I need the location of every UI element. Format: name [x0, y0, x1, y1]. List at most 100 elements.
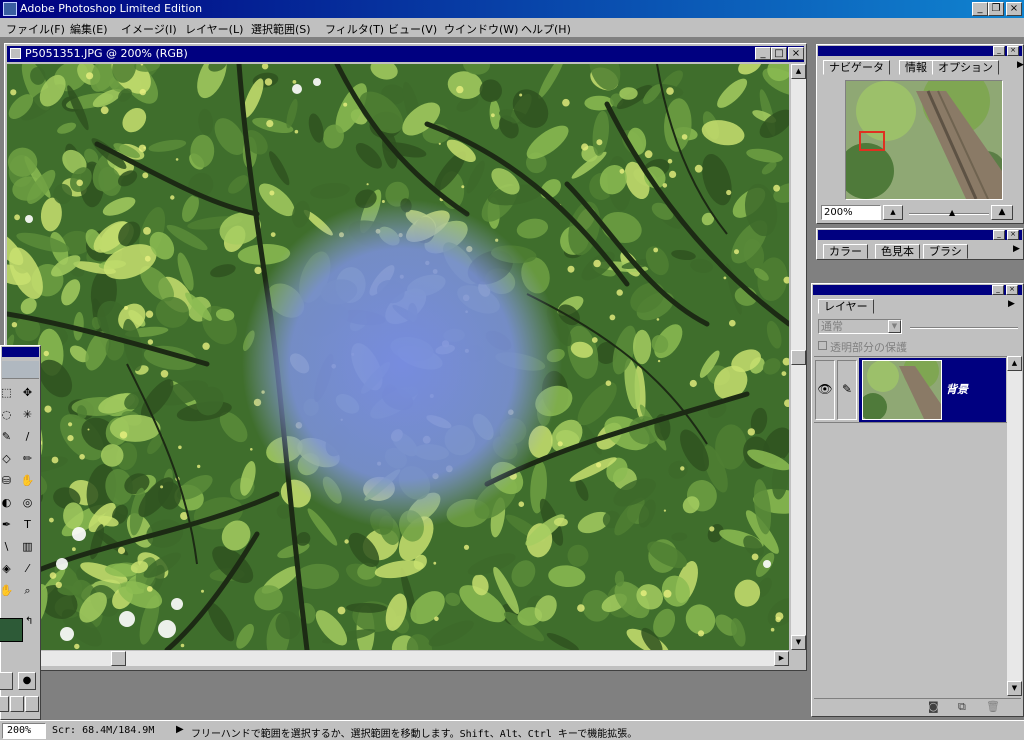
airbrush-tool[interactable]: ✎ [0, 428, 16, 447]
doc-close-button[interactable]: × [788, 47, 804, 60]
menu-edit[interactable]: 編集(E) [70, 21, 108, 37]
menu-file[interactable]: ファイル(F) [6, 21, 65, 37]
scroll-up-arrow[interactable]: ▲ [791, 64, 806, 79]
layers-scroll-up-arrow[interactable]: ▲ [1007, 356, 1022, 371]
close-button[interactable]: × [1006, 2, 1022, 16]
standard-mode-button[interactable] [0, 672, 13, 690]
screen-mode-standard-button[interactable] [0, 696, 9, 712]
layers-menu-arrow-icon[interactable]: ▶ [1008, 299, 1015, 309]
pen-tool[interactable]: ✒ [0, 516, 16, 535]
zoom-out-button[interactable]: ▲ [883, 205, 903, 220]
app-logo-icon [3, 2, 17, 16]
menu-view[interactable]: ビュー(V) [388, 21, 437, 37]
rubber-stamp-tool[interactable]: ⛁ [0, 472, 16, 491]
vertical-scrollbar[interactable]: ▲ ▼ [791, 64, 806, 650]
document-icon [10, 48, 21, 59]
layers-vertical-scrollbar[interactable]: ▲ ▼ [1007, 356, 1022, 696]
layer-row-background[interactable]: 👁 ✎ 背景 [814, 357, 1007, 423]
dodge-tool[interactable]: ◐ [0, 494, 16, 513]
layers-panel-header[interactable] [813, 285, 1022, 295]
navigator-menu-arrow-icon[interactable]: ▶ [1017, 60, 1024, 70]
gradient-tool[interactable]: ▥ [18, 538, 37, 557]
menu-image[interactable]: イメージ(I) [121, 21, 177, 37]
minimize-button[interactable]: _ [972, 2, 988, 16]
paint-bucket-tool[interactable]: ◈ [0, 560, 16, 579]
layer-visibility-eye-icon[interactable]: 👁 [815, 360, 835, 420]
restore-button[interactable]: ❐ [988, 2, 1004, 16]
document-title: P5051351.JPG @ 200% (RGB) [25, 47, 188, 60]
horizontal-scrollbar[interactable]: ▶ [7, 651, 789, 666]
move-tool[interactable]: ✥ [18, 384, 37, 403]
layer-thumbnail [862, 360, 942, 420]
navigator-panel-header[interactable] [818, 46, 1022, 56]
doc-maximize-button[interactable]: □ [771, 47, 787, 60]
tab-options[interactable]: オプション [932, 60, 999, 75]
preserve-transparency-checkbox[interactable] [818, 341, 827, 350]
scroll-right-arrow[interactable]: ▶ [774, 651, 789, 666]
navigator-zoom-field[interactable]: 200% [821, 205, 881, 220]
layer-mask-icon[interactable]: ◙ [928, 700, 939, 713]
trash-icon[interactable]: 🗑 [986, 700, 1000, 713]
scroll-down-arrow[interactable]: ▼ [791, 635, 806, 650]
swap-colors-icon[interactable]: ↰ [25, 616, 33, 627]
smudge-tool[interactable]: ✋ [18, 472, 37, 491]
hand-tool[interactable]: ✋ [0, 582, 16, 601]
layers-close-button[interactable]: × [1006, 285, 1018, 295]
tab-color[interactable]: カラー [823, 244, 868, 259]
vertical-scroll-thumb[interactable] [791, 350, 806, 365]
color-panel-header[interactable] [818, 230, 1022, 240]
type-tool[interactable]: T [18, 516, 37, 535]
new-layer-icon[interactable]: ⧉ [958, 700, 966, 714]
status-menu-arrow-icon[interactable]: ▶ [176, 724, 184, 735]
zoom-slider-thumb[interactable]: ▲ [949, 208, 955, 217]
color-panel-minimize-button[interactable]: _ [993, 230, 1005, 240]
blend-mode-value: 通常 [821, 320, 843, 333]
layers-scroll-down-arrow[interactable]: ▼ [1007, 681, 1022, 696]
screen-mode-full-menu-button[interactable] [10, 696, 24, 712]
line-tool[interactable]: \ [0, 538, 16, 557]
zoom-in-button[interactable]: ▲ [991, 205, 1013, 220]
color-panel-close-button[interactable]: × [1007, 230, 1019, 240]
navigator-minimize-button[interactable]: _ [993, 46, 1005, 56]
menu-help[interactable]: ヘルプ(H) [521, 21, 571, 37]
layers-minimize-button[interactable]: _ [992, 285, 1004, 295]
navigator-close-button[interactable]: × [1007, 46, 1019, 56]
sponge-tool[interactable]: ◎ [18, 494, 37, 513]
marquee-tool[interactable]: ⬚ [0, 384, 16, 403]
magic-wand-tool[interactable]: ✳ [18, 406, 37, 425]
navigator-preview-image [846, 81, 1002, 199]
eraser-tool[interactable]: ◇ [0, 450, 16, 469]
color-panel: _ × カラー 色見本 ブラシ ▶ [816, 228, 1024, 260]
app-title: Adobe Photoshop Limited Edition [20, 2, 203, 15]
document-title-bar[interactable]: P5051351.JPG @ 200% (RGB) _ □ × [7, 46, 804, 62]
color-panel-menu-arrow-icon[interactable]: ▶ [1013, 244, 1020, 254]
status-zoom-field[interactable]: 200% [2, 723, 46, 739]
tab-navigator[interactable]: ナビゲータ [823, 60, 890, 75]
tab-brushes[interactable]: ブラシ [923, 244, 968, 259]
opacity-slider-track [910, 327, 1018, 329]
menu-bar: ファイル(F) 編集(E) イメージ(I) レイヤー(L) 選択範囲(S) フィ… [0, 18, 1024, 38]
lasso-tool[interactable]: ◌ [0, 406, 16, 425]
tab-swatches[interactable]: 色見本 [875, 244, 920, 259]
menu-filter[interactable]: フィルタ(T) [325, 21, 384, 37]
pencil-tool[interactable]: ✏ [18, 450, 37, 469]
menu-select[interactable]: 選択範囲(S) [251, 21, 311, 37]
tab-layers[interactable]: レイヤー [818, 299, 874, 314]
navigator-thumbnail[interactable] [845, 80, 1003, 200]
eyedropper-tool[interactable]: ⁄ [18, 560, 37, 579]
zoom-tool[interactable]: ⌕ [18, 582, 37, 601]
quick-mask-mode-button[interactable]: ● [18, 672, 36, 690]
app-title-bar: Adobe Photoshop Limited Edition _ ❐ × [0, 0, 1024, 18]
tab-info[interactable]: 情報 [899, 60, 933, 75]
menu-layer[interactable]: レイヤー(L) [185, 21, 243, 37]
image-canvas[interactable] [7, 64, 789, 650]
paintbrush-tool[interactable]: / [18, 428, 37, 447]
foreground-color-swatch[interactable] [0, 618, 23, 642]
blend-mode-select[interactable]: 通常 ▼ [818, 319, 902, 334]
toolbox-header[interactable] [2, 347, 39, 357]
doc-minimize-button[interactable]: _ [755, 47, 771, 60]
screen-mode-full-button[interactable] [25, 696, 39, 712]
layer-paintbrush-icon[interactable]: ✎ [837, 360, 857, 420]
menu-window[interactable]: ウインドウ(W) [444, 21, 518, 37]
horizontal-scroll-thumb[interactable] [111, 651, 126, 666]
